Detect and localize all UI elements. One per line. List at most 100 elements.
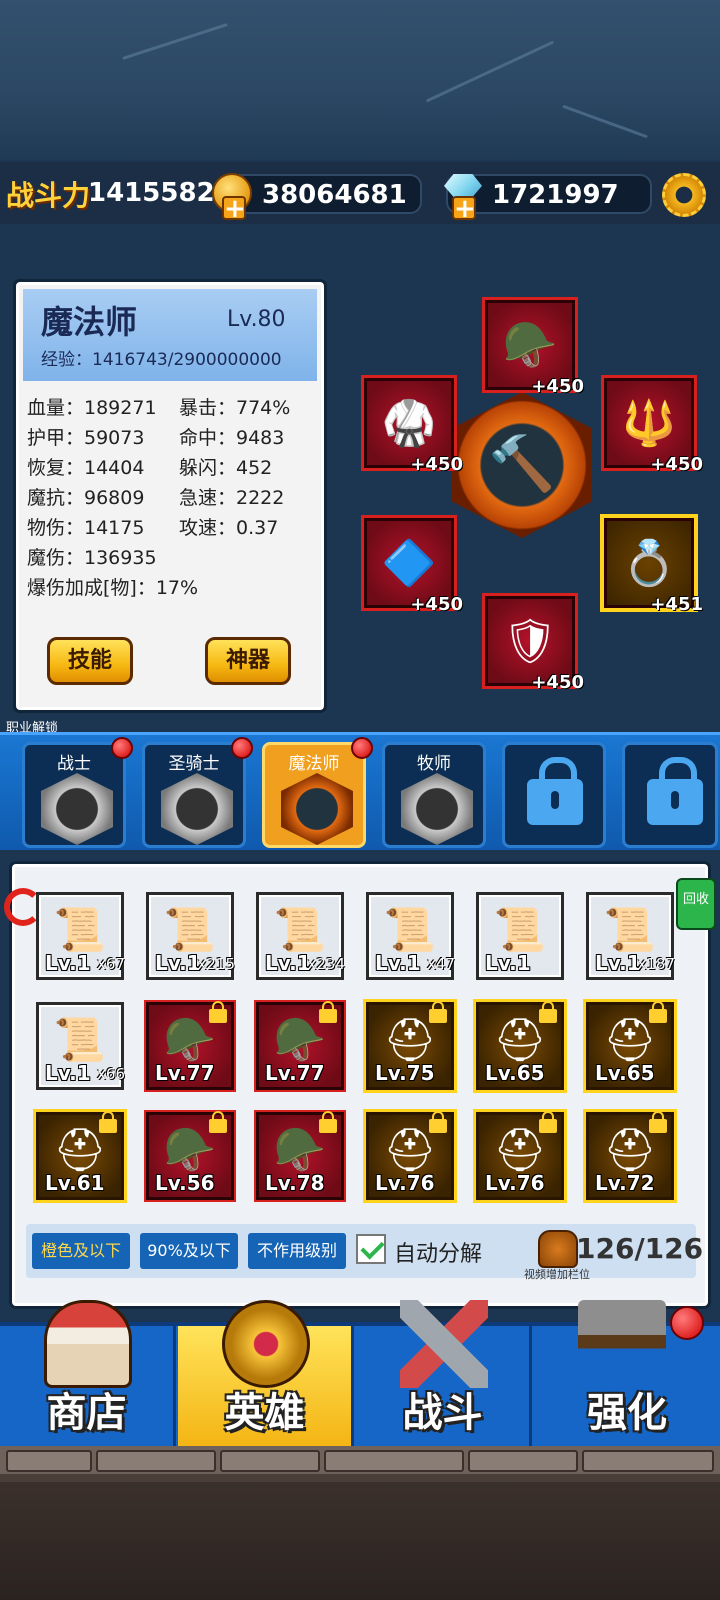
stat-atk-speed: 攻速：0.37 — [179, 517, 279, 539]
anvil-hammer-icon — [578, 1300, 666, 1388]
equip-slot-lower-left[interactable]: 🔷 +450 — [364, 518, 463, 615]
inventory-item[interactable]: ⛑ Lv.72 — [586, 1111, 674, 1200]
lock-icon — [539, 1111, 557, 1133]
hero-info-card: 魔法师 Lv.80 经验：1416743/2900000000 血量：18927… — [16, 282, 324, 710]
inventory-item[interactable]: 📜 Lv.1 x187 — [586, 892, 675, 980]
artifact-button[interactable]: 神器 — [205, 637, 291, 685]
warrior-icon — [41, 773, 113, 845]
inventory-item[interactable]: ⛑ Lv.61 — [36, 1111, 124, 1200]
filter-ignore-level[interactable]: 不作用级别 — [248, 1233, 346, 1269]
equip-slot-lower-right[interactable]: 💍 +451 — [604, 518, 703, 615]
item-level: Lv.78 — [265, 1171, 325, 1195]
item-icon: 📜 — [163, 905, 217, 954]
notification-dot — [670, 1306, 704, 1340]
tab-warrior[interactable]: 战士 — [22, 737, 133, 848]
filter-90-below[interactable]: 90%及以下 — [140, 1233, 238, 1269]
tab-paladin[interactable]: 圣骑士 — [142, 737, 253, 848]
nav-hero[interactable]: 英雄 — [178, 1300, 354, 1446]
inventory-item[interactable]: ⛑ Lv.65 — [586, 1001, 674, 1090]
nav-shop[interactable]: 商店 — [0, 1300, 176, 1446]
lock-icon — [209, 1001, 227, 1023]
recycle-button[interactable]: 回收 — [676, 878, 716, 930]
item-count: x47 — [427, 955, 455, 973]
item-icon: 📜 — [493, 905, 547, 954]
lock-icon — [539, 1001, 557, 1023]
skill-button[interactable]: 技能 — [47, 637, 133, 685]
inventory-item[interactable]: 🪖 Lv.77 — [146, 1001, 234, 1090]
inventory-item[interactable]: 📜 Lv.1 x215 — [146, 892, 235, 980]
inventory-item[interactable]: 📜 Lv.1 x66 — [36, 1002, 125, 1090]
item-level: Lv.1 — [595, 951, 641, 975]
scenery-background — [0, 0, 720, 160]
bag-icon[interactable] — [538, 1230, 578, 1268]
hero-name: 魔法师 — [41, 303, 138, 341]
inventory-item[interactable]: 🪖 Lv.56 — [146, 1111, 234, 1200]
gold-value: 38064681 — [262, 180, 407, 210]
add-gold-button[interactable]: + — [222, 196, 246, 222]
inventory-item[interactable]: ⛑ Lv.75 — [366, 1001, 454, 1090]
class-selector: 战士 圣骑士 魔法师 牧师 — [0, 732, 720, 850]
auto-decompose-label: 自动分解 — [394, 1242, 483, 1267]
stat-hp: 血量：189271 — [27, 397, 157, 419]
item-level: Lv.77 — [155, 1061, 215, 1085]
slot-hint: 视频增加栏位 — [524, 1268, 590, 1281]
notification-dot — [231, 737, 253, 759]
item-level: Lv.1 — [45, 1061, 91, 1085]
item-level: Lv.75 — [375, 1061, 435, 1085]
inventory-item[interactable]: 📜 Lv.1 x67 — [36, 892, 125, 980]
lock-icon — [649, 1111, 667, 1133]
stat-armor: 护甲：59073 — [27, 427, 145, 449]
lock-icon — [647, 757, 703, 825]
item-icon: 📜 — [383, 905, 437, 954]
item-level: Lv.1 — [155, 951, 201, 975]
diamond-value: 1721997 — [492, 180, 619, 210]
filter-row: 橙色及以下 90%及以下 不作用级别 自动分解 126/126 视频增加栏位 — [26, 1224, 703, 1281]
hero-level: Lv.80 — [227, 307, 286, 332]
tab-priest[interactable]: 牧师 — [382, 742, 486, 848]
item-level: Lv.1 — [45, 951, 91, 975]
equip-slot-bottom[interactable]: 🛡 +450 — [485, 596, 584, 693]
item-level: Lv.61 — [45, 1171, 105, 1195]
equip-slot-upper-left[interactable]: 🥋 +450 — [364, 378, 463, 475]
notification-dot — [351, 737, 373, 759]
stat-regen: 恢复：14404 — [27, 457, 145, 479]
paladin-icon — [161, 773, 233, 845]
inventory-item[interactable]: 📜 Lv.1 — [476, 892, 564, 980]
tab-mage[interactable]: 魔法师 — [262, 737, 373, 848]
item-level: Lv.76 — [375, 1171, 435, 1195]
lock-icon — [319, 1111, 337, 1133]
inventory-item[interactable]: ⛑ Lv.76 — [476, 1111, 564, 1200]
gold-pill[interactable]: 38064681 — [226, 174, 422, 214]
item-level: Lv.1 — [265, 951, 311, 975]
item-count: x187 — [637, 955, 675, 973]
add-diamond-button[interactable]: + — [452, 196, 476, 222]
tab-locked-1[interactable] — [502, 742, 606, 848]
item-count: x215 — [197, 955, 235, 973]
notification-dot — [111, 737, 133, 759]
nav-upgrade[interactable]: 强化 — [534, 1300, 720, 1446]
tab-locked-2[interactable] — [622, 742, 718, 848]
inventory-item[interactable]: 🪖 Lv.78 — [256, 1111, 344, 1200]
stat-hit: 命中：9483 — [179, 427, 285, 449]
equip-slot-top[interactable]: 🪖 +450 — [485, 300, 584, 397]
stat-phys-dmg: 物伤：14175 — [27, 517, 145, 539]
hero-exp: 经验：1416743/2900000000 — [41, 350, 282, 370]
gear-icon[interactable] — [662, 173, 706, 217]
filter-orange-below[interactable]: 橙色及以下 — [32, 1233, 130, 1269]
inventory-item[interactable]: ⛑ Lv.65 — [476, 1001, 564, 1090]
inventory-item[interactable]: 🪖 Lv.77 — [256, 1001, 344, 1090]
lock-icon — [527, 757, 583, 825]
inventory-item[interactable]: 📜 Lv.1 x234 — [256, 892, 345, 980]
item-count: x67 — [97, 955, 125, 973]
lock-icon — [99, 1111, 117, 1133]
priest-icon — [401, 773, 473, 845]
inventory-item[interactable]: 📜 Lv.1 x47 — [366, 892, 455, 980]
nav-battle[interactable]: 战斗 — [356, 1300, 532, 1446]
lock-icon — [429, 1111, 447, 1133]
item-icon: 📜 — [603, 905, 657, 954]
equip-slot-upper-right[interactable]: 🔱 +450 — [604, 378, 703, 475]
stat-crit: 暴击：774% — [179, 397, 291, 419]
auto-decompose-checkbox[interactable] — [356, 1234, 386, 1264]
crossed-swords-icon — [400, 1300, 488, 1388]
inventory-item[interactable]: ⛑ Lv.76 — [366, 1111, 454, 1200]
